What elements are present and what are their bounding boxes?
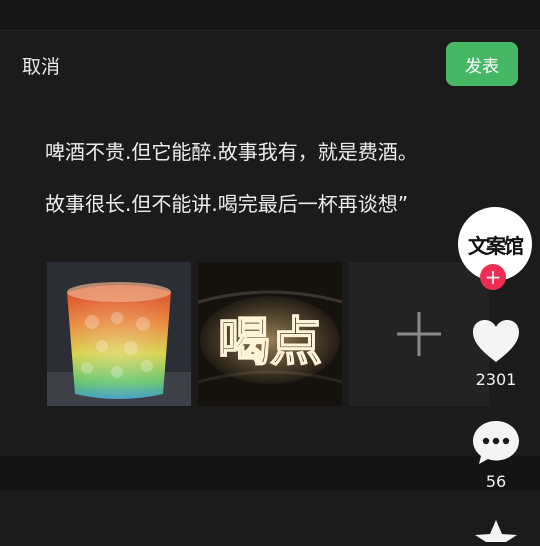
avatar-logo-text: 文案馆 (468, 233, 524, 258)
post-text[interactable]: 啤酒不贵.但它能醉.故事我有，就是费酒。 故事很长.但不能讲.喝完最后一杯再谈想… (45, 126, 485, 230)
post-text-line-1: 啤酒不贵.但它能醉.故事我有，就是费酒。 (45, 140, 418, 164)
plus-icon (397, 312, 441, 356)
comment-count: 56 (485, 472, 507, 491)
cancel-button[interactable]: 取消 (22, 52, 60, 79)
post-text-line-2: 故事很长.但不能讲.喝完最后一杯再谈想” (45, 192, 409, 216)
like-button[interactable]: 2301 (466, 318, 526, 389)
rainbow-drink-image (47, 262, 191, 406)
star-icon (475, 520, 517, 542)
neon-sign-image: 喝点 (198, 262, 342, 406)
comment-icon (473, 421, 519, 464)
image-thumb-drink[interactable] (47, 262, 191, 406)
like-count: 2301 (475, 370, 517, 389)
neon-sign-text: 喝点 (218, 313, 322, 373)
favorite-button[interactable] (466, 518, 526, 546)
follow-button[interactable]: + (480, 264, 506, 290)
side-action-rail: 文案馆 + 2301 56 (456, 0, 540, 542)
heart-icon (473, 320, 519, 362)
comment-button[interactable]: 56 (466, 418, 526, 491)
image-thumb-sign[interactable]: 喝点 (198, 262, 342, 406)
